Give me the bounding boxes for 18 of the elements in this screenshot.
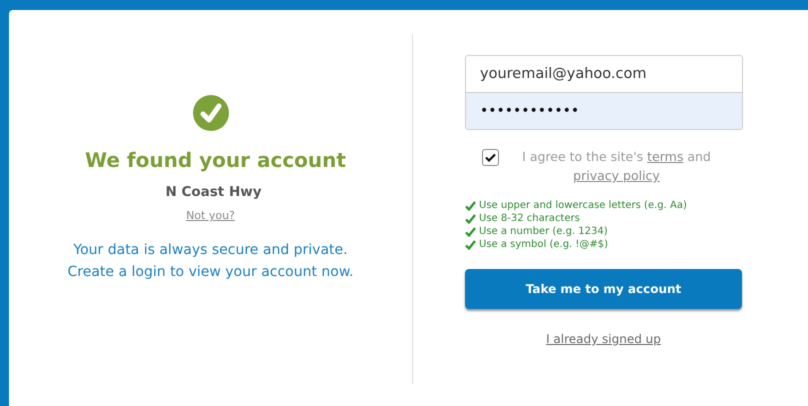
privacy-policy-link[interactable]: privacy policy	[573, 168, 660, 183]
check-circle-icon	[192, 95, 228, 131]
account-address: N Coast Hwy	[165, 184, 262, 200]
password-rule: Use upper and lowercase letters (e.g. Aa)	[479, 200, 687, 211]
password-rule: Use 8-32 characters	[479, 213, 580, 224]
agree-checkbox[interactable]	[482, 149, 499, 166]
not-you-link[interactable]: Not you?	[186, 209, 235, 222]
password-rule: Use a symbol (e.g. !@#$)	[479, 239, 608, 250]
password-field[interactable]: ••••••••••••	[466, 92, 742, 129]
agreement-text: I agree to the site's terms and privacy policy	[521, 148, 712, 185]
security-message: Your data is always secure and private. Create a login to view your account now.	[66, 241, 354, 282]
email-field[interactable]: youremail@yahoo.com	[466, 56, 742, 92]
submit-button[interactable]: Take me to my account	[465, 269, 742, 309]
signed-up-link[interactable]: I already signed up	[465, 332, 742, 346]
terms-link[interactable]: terms	[647, 149, 684, 164]
checkmark-icon	[485, 153, 496, 162]
password-rule: Use a number (e.g. 1234)	[479, 226, 608, 237]
page-heading: We found your account	[85, 148, 346, 172]
